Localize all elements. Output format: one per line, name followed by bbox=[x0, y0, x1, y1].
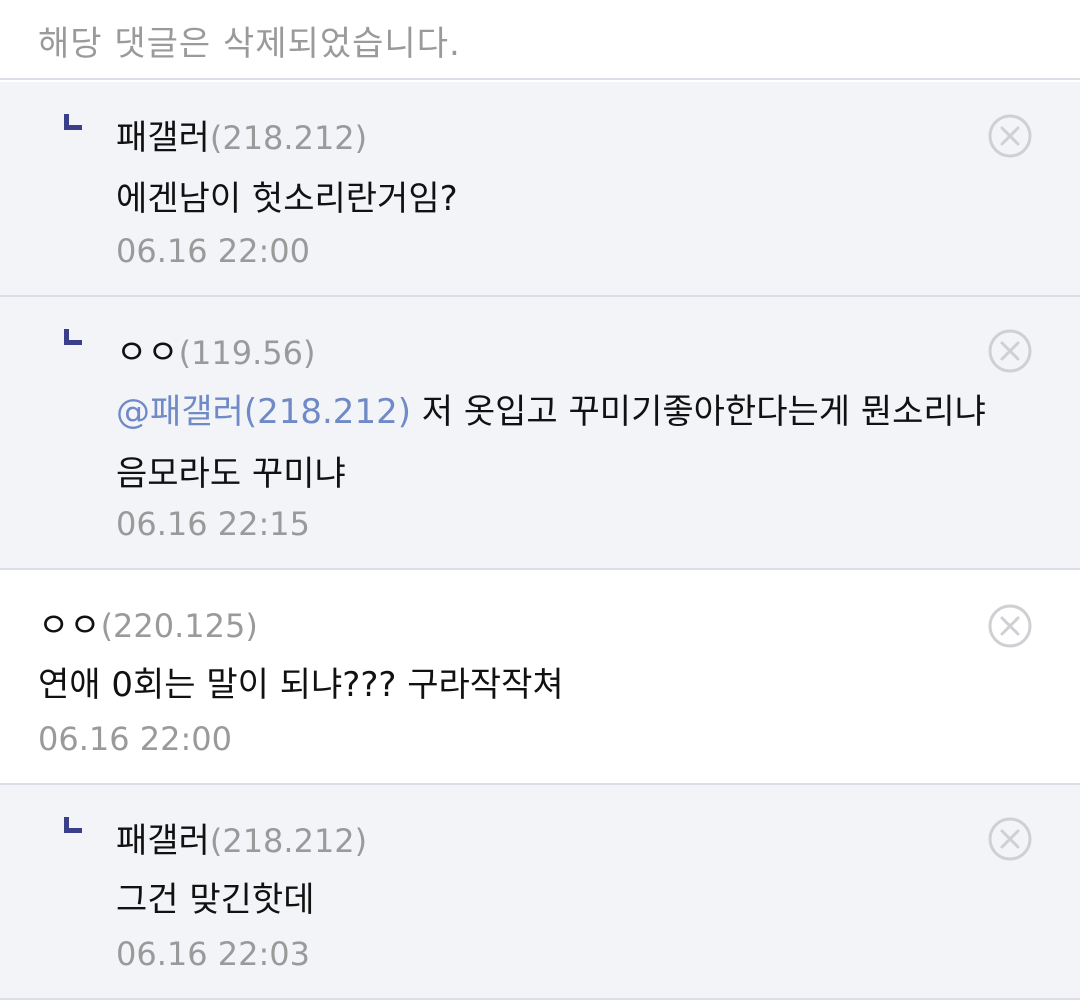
comment-author[interactable]: ㅇㅇ bbox=[38, 606, 101, 646]
deleted-comment-row: 해당 댓글은 삭제되었습니다. bbox=[0, 0, 1080, 80]
reply-comment: ㅇㅇ(119.56) @패갤러(218.212) 저 옷입고 꾸미기좋아한다는게… bbox=[0, 297, 1080, 570]
comment-body: 연애 0회는 말이 되냐??? 구라작작쳐 bbox=[38, 665, 564, 705]
comment-body-line1: 저 옷입고 꾸미기좋아한다는게 뭔소리냐 bbox=[410, 392, 986, 432]
comment-ip: (218.212) bbox=[209, 822, 368, 860]
comment-ip: (220.125) bbox=[100, 607, 258, 645]
reply-comment: 패갤러(218.212) 그건 맞긴핫데 06.16 22:03 bbox=[0, 785, 1080, 1000]
comment-body: 에겐남이 헛소리란거임? bbox=[116, 179, 458, 219]
comment-author[interactable]: 패갤러 bbox=[116, 118, 210, 158]
comment-author[interactable]: ㅇㅇ bbox=[116, 333, 179, 373]
comment-author-line: ㅇㅇ(119.56) bbox=[116, 325, 316, 374]
comment-ip: (119.56) bbox=[178, 334, 316, 372]
comment-ip: (218.212) bbox=[209, 119, 368, 157]
comment-body: @패갤러(218.212) 저 옷입고 꾸미기좋아한다는게 뭔소리냐 음모라도 … bbox=[116, 381, 986, 505]
reply-corner-icon bbox=[64, 817, 82, 833]
reply-comment: 패갤러(218.212) 에겐남이 헛소리란거임? 06.16 22:00 bbox=[0, 82, 1080, 297]
close-circle-icon[interactable] bbox=[988, 604, 1032, 648]
mention-link[interactable]: @패갤러(218.212) bbox=[116, 392, 411, 432]
top-comment: ㅇㅇ(220.125) 연애 0회는 말이 되냐??? 구라작작쳐 06.16 … bbox=[0, 570, 1080, 785]
deleted-comment-notice: 해당 댓글은 삭제되었습니다. bbox=[38, 24, 461, 64]
comment-author-line: 패갤러(218.212) bbox=[116, 813, 367, 862]
comment-list: 해당 댓글은 삭제되었습니다. 패갤러(218.212) 에겐남이 헛소리란거임… bbox=[0, 0, 1080, 1004]
comment-date: 06.16 22:15 bbox=[116, 505, 310, 543]
comment-date: 06.16 22:00 bbox=[116, 232, 310, 270]
comment-author-line: ㅇㅇ(220.125) bbox=[38, 598, 258, 647]
reply-corner-icon bbox=[64, 329, 82, 345]
close-circle-icon[interactable] bbox=[988, 114, 1032, 158]
close-circle-icon[interactable] bbox=[988, 817, 1032, 861]
reply-corner-icon bbox=[64, 114, 82, 130]
comment-body: 그건 맞긴핫데 bbox=[116, 880, 315, 920]
comment-body-line2: 음모라도 꾸미냐 bbox=[116, 454, 346, 494]
comment-author-line: 패갤러(218.212) bbox=[116, 110, 367, 159]
comment-author[interactable]: 패갤러 bbox=[116, 821, 210, 861]
comment-date: 06.16 22:00 bbox=[38, 720, 232, 758]
comment-date: 06.16 22:03 bbox=[116, 935, 310, 973]
close-circle-icon[interactable] bbox=[988, 329, 1032, 373]
